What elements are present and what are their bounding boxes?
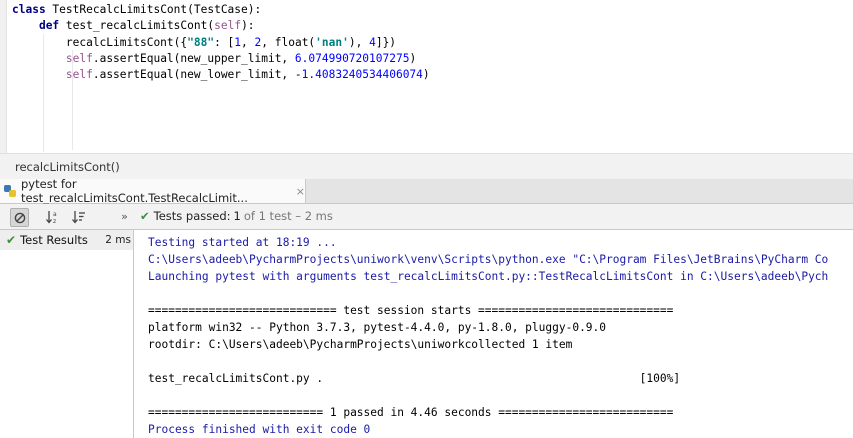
run-tab[interactable]: pytest for test_recalcLimitsCont.TestRec… bbox=[0, 177, 306, 205]
status-meta: of 1 test – 2 ms bbox=[243, 209, 333, 223]
console-text: Testing started at 18:19 ... C:\Users\ade… bbox=[148, 234, 828, 438]
console-line: Process finished with exit code 0 bbox=[148, 423, 371, 436]
console-line: rootdir: C:\Users\adeeb\PycharmProjects\… bbox=[148, 338, 573, 351]
run-tab-bar: pytest for test_recalcLimitsCont.TestRec… bbox=[0, 177, 853, 205]
tests-status: ✔ Tests passed: 1 of 1 test – 2 ms bbox=[140, 209, 333, 223]
code-line: recalcLimitsCont({"88": [1, 2, float('na… bbox=[12, 35, 397, 49]
stop-icon[interactable] bbox=[10, 208, 29, 227]
code-editor[interactable]: class TestRecalcLimitsCont(TestCase): de… bbox=[0, 0, 853, 153]
console-line: platform win32 -- Python 3.7.3, pytest-4… bbox=[148, 321, 607, 334]
svg-text:z: z bbox=[53, 218, 56, 224]
console-line: ========================== 1 passed in 4… bbox=[148, 406, 674, 419]
editor-gutter bbox=[0, 0, 7, 153]
code-area[interactable]: class TestRecalcLimitsCont(TestCase): de… bbox=[12, 2, 430, 83]
status-label: Tests passed: bbox=[153, 209, 231, 223]
run-tab-title: pytest for test_recalcLimitsCont.TestRec… bbox=[21, 177, 248, 205]
sort-alphabetically-icon[interactable]: az bbox=[44, 208, 61, 225]
console-line: Testing started at 18:19 ... bbox=[148, 236, 337, 249]
tree-item-label: Test Results bbox=[20, 233, 88, 247]
console-line: test_recalcLimitsCont.py . [100%] bbox=[148, 372, 681, 385]
code-line: def test_recalcLimitsCont(self): bbox=[38, 19, 255, 33]
passed-check-icon: ✔ bbox=[140, 209, 150, 223]
code-line: self.assertEqual(new_lower_limit, -1.408… bbox=[65, 68, 430, 82]
test-runner-toolbar: az » ✔ Tests passed: 1 of 1 test – 2 ms bbox=[0, 204, 853, 230]
svg-text:a: a bbox=[53, 211, 57, 218]
console-line: C:\Users\adeeb\PycharmProjects\uniwork\v… bbox=[148, 253, 829, 266]
breadcrumb: recalcLimitsCont() bbox=[0, 153, 853, 180]
expand-toolbar-icon[interactable]: » bbox=[116, 208, 133, 225]
close-tab-icon[interactable]: × bbox=[296, 185, 305, 198]
test-results-tree: ✔ Test Results 2 ms bbox=[0, 230, 134, 438]
python-test-icon bbox=[3, 184, 17, 198]
tree-item-test-results[interactable]: ✔ Test Results 2 ms bbox=[0, 230, 133, 250]
code-line: self.assertEqual(new_upper_limit, 6.0749… bbox=[65, 51, 417, 65]
code-line: class TestRecalcLimitsCont(TestCase): bbox=[12, 3, 262, 16]
console-line: Launching pytest with arguments test_rec… bbox=[148, 270, 829, 283]
console-output[interactable]: Testing started at 18:19 ... C:\Users\ade… bbox=[134, 230, 853, 438]
passed-check-icon: ✔ bbox=[6, 233, 17, 247]
status-count: 1 bbox=[233, 209, 241, 223]
console-line: ============================ test sessio… bbox=[148, 304, 674, 317]
breadcrumb-item[interactable]: recalcLimitsCont() bbox=[15, 160, 120, 174]
tree-item-duration: 2 ms bbox=[105, 234, 131, 246]
sort-by-duration-icon[interactable] bbox=[70, 208, 87, 225]
